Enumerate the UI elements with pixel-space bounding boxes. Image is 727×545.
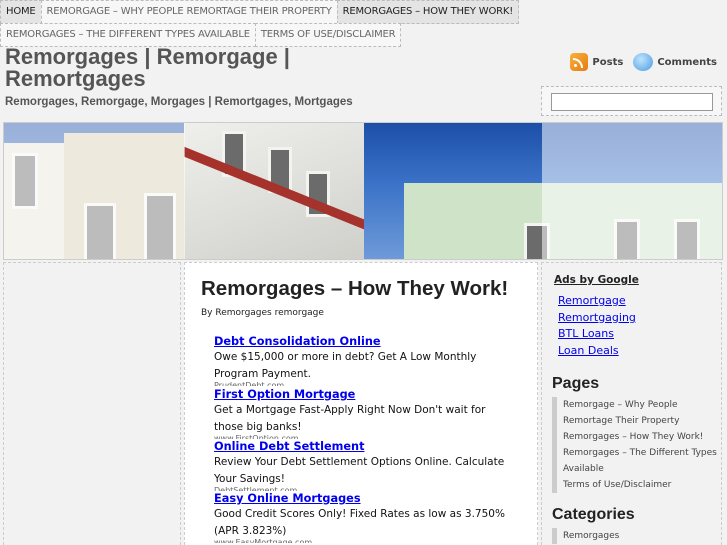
ad-unit: First Option Mortgage Get a Mortgage Fas… [214,388,514,439]
site-title[interactable]: Remorgages | Remorgage | Remortgages [5,46,345,90]
comments-bubble-icon[interactable] [633,53,654,71]
ad-title[interactable]: Debt Consolidation Online [214,335,514,348]
ad-description: Get a Mortgage Fast-Apply Right Now Don'… [214,404,486,433]
ads-by-google-label[interactable]: Ads by Google [554,274,639,286]
feed-links: Posts Comments [570,53,717,71]
search-box [541,86,722,116]
categories-list: Remorgages [552,528,717,544]
page-link[interactable]: Remorgages – The Different Types Availab… [552,445,717,477]
banner-building-roof [184,123,364,259]
ad-url[interactable]: www.EasyMortgage.com [214,539,514,543]
posts-feed-link[interactable]: Posts [592,57,623,68]
ad-description: Owe $15,000 or more in debt? Get A Low M… [214,351,477,380]
site-description: Remorgages, Remorgage, Morgages | Remort… [5,96,353,108]
banner-overlay-right [542,123,722,259]
ad-url[interactable]: PrudentDebt.com [214,382,514,386]
main-content: Remorgages – How They Work! By Remorgage… [184,262,538,545]
category-link[interactable]: Remorgages [552,528,717,544]
ad-description: Good Credit Scores Only! Fixed Rates as … [214,508,505,537]
ad-title[interactable]: Online Debt Settlement [214,440,514,453]
ad-link[interactable]: Remortgaging [558,310,636,327]
post-byline: By Remorgages remorgage [201,308,324,318]
page-link[interactable]: Terms of Use/Disclaimer [552,477,717,493]
rss-icon[interactable] [570,53,589,71]
right-sidebar: Ads by Google Remortgage Remortgaging BT… [541,262,722,545]
nav-how-they-work[interactable]: REMORGAGES – HOW THEY WORK! [336,0,520,24]
ad-unit: Easy Online Mortgages Good Credit Scores… [214,492,514,543]
left-column [3,262,181,545]
ad-unit: Debt Consolidation Online Owe $15,000 or… [214,335,514,386]
post-title[interactable]: Remorgages – How They Work! [201,277,508,301]
ad-unit: Online Debt Settlement Review Your Debt … [214,440,514,491]
ad-link[interactable]: Loan Deals [558,343,636,360]
ad-link[interactable]: Remortgage [558,293,636,310]
page-link[interactable]: Remorgages – How They Work! [552,429,717,445]
search-input[interactable] [551,93,713,111]
pages-widget-title: Pages [552,375,600,392]
nav-home[interactable]: HOME [0,0,42,24]
ad-title[interactable]: First Option Mortgage [214,388,514,401]
banner-overlay-left [4,123,185,259]
ad-links-list: Remortgage Remortgaging BTL Loans Loan D… [558,293,636,359]
header-banner-image [3,122,723,260]
page-link[interactable]: Remorgage – Why People Remortage Their P… [552,397,717,429]
pages-list: Remorgage – Why People Remortage Their P… [552,397,717,493]
ad-link[interactable]: BTL Loans [558,326,636,343]
comments-feed-link[interactable]: Comments [657,57,717,68]
ad-description: Review Your Debt Settlement Options Onli… [214,456,505,485]
ad-title[interactable]: Easy Online Mortgages [214,492,514,505]
nav-why-remortgage[interactable]: REMORGAGE – WHY PEOPLE REMORTAGE THEIR P… [40,0,338,24]
categories-widget-title: Categories [552,506,635,523]
ad-url[interactable]: www.FirstOption.com [214,435,514,439]
nav-row-1: HOME REMORGAGE – WHY PEOPLE REMORTAGE TH… [0,0,727,24]
top-navigation: HOME REMORGAGE – WHY PEOPLE REMORTAGE TH… [0,0,727,47]
ad-url[interactable]: DebtSettlement.com [214,487,514,491]
